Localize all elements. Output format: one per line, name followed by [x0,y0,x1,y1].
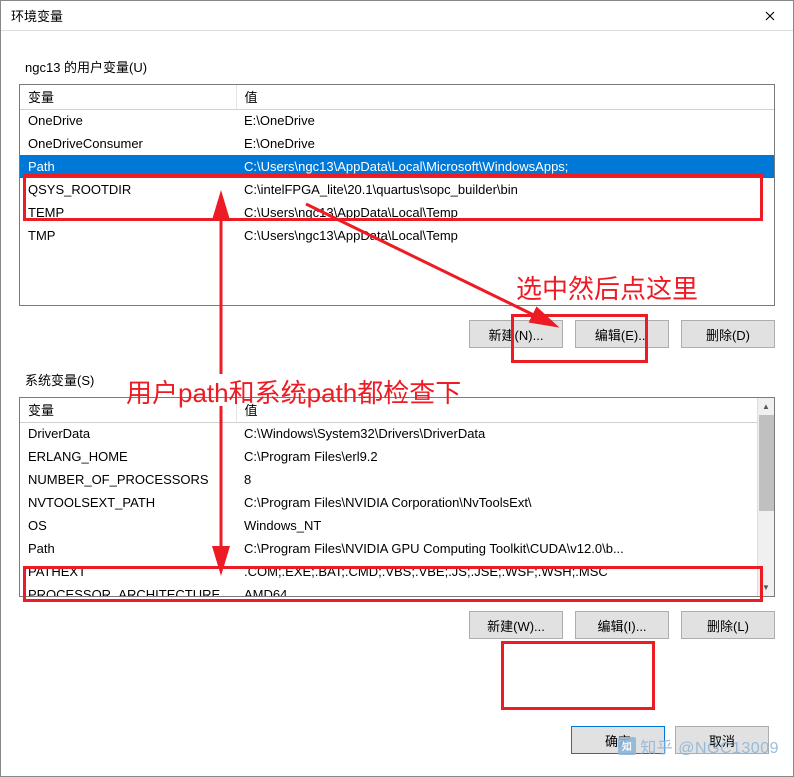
edit-user-var-button[interactable]: 编辑(E)... [575,320,669,348]
user-vars-label: ngc13 的用户变量(U) [25,57,775,76]
user-vars-table: 变量 值 OneDrive E:\OneDrive OneDriveConsum… [20,85,774,247]
var-name: OneDrive [20,109,236,132]
cancel-button[interactable]: 取消 [675,726,769,754]
var-name: NVTOOLSEXT_PATH [20,491,236,514]
table-row[interactable]: OneDrive E:\OneDrive [20,109,774,132]
titlebar: 环境变量 [1,1,793,31]
edit-system-var-button[interactable]: 编辑(I)... [575,611,669,639]
column-header-value[interactable]: 值 [236,85,774,109]
delete-user-var-button[interactable]: 删除(D) [681,320,775,348]
table-row[interactable]: NVTOOLSEXT_PATH C:\Program Files\NVIDIA … [20,491,757,514]
ok-button[interactable]: 确定 [571,726,665,754]
var-name: ERLANG_HOME [20,445,236,468]
var-value: C:\Program Files\NVIDIA Corporation\NvTo… [236,491,757,514]
close-icon [765,11,775,21]
scroll-up-icon[interactable]: ▲ [758,398,774,415]
var-name: PATHEXT [20,560,236,583]
var-name: OneDriveConsumer [20,132,236,155]
var-name: TEMP [20,201,236,224]
var-value: AMD64 [236,583,757,596]
table-row[interactable]: TEMP C:\Users\ngc13\AppData\Local\Temp [20,201,774,224]
user-vars-button-row: 新建(N)... 编辑(E)... 删除(D) [19,320,775,348]
env-vars-dialog: 环境变量 ngc13 的用户变量(U) 变量 值 [0,0,794,777]
user-vars-listbox[interactable]: 变量 值 OneDrive E:\OneDrive OneDriveConsum… [19,84,775,306]
column-header-variable[interactable]: 变量 [20,398,236,422]
column-header-value[interactable]: 值 [236,398,757,422]
var-value: C:\Program Files\NVIDIA GPU Computing To… [236,537,757,560]
var-value: C:\Users\ngc13\AppData\Local\Temp [236,224,774,247]
table-row-selected[interactable]: Path C:\Users\ngc13\AppData\Local\Micros… [20,155,774,178]
table-row[interactable]: PATHEXT .COM;.EXE;.BAT;.CMD;.VBS;.VBE;.J… [20,560,757,583]
table-row[interactable]: Path C:\Program Files\NVIDIA GPU Computi… [20,537,757,560]
var-value: 8 [236,468,757,491]
system-vars-listbox[interactable]: 变量 值 DriverData C:\Windows\System32\Driv… [19,397,775,597]
system-vars-button-row: 新建(W)... 编辑(I)... 删除(L) [19,611,775,639]
table-row[interactable]: OneDriveConsumer E:\OneDrive [20,132,774,155]
var-value: C:\Users\ngc13\AppData\Local\Temp [236,201,774,224]
delete-system-var-button[interactable]: 删除(L) [681,611,775,639]
new-user-var-button[interactable]: 新建(N)... [469,320,563,348]
window-title: 环境变量 [11,6,63,25]
new-system-var-button[interactable]: 新建(W)... [469,611,563,639]
var-value: C:\Program Files\erl9.2 [236,445,757,468]
system-vars-table: 变量 值 DriverData C:\Windows\System32\Driv… [20,398,757,596]
table-row[interactable]: QSYS_ROOTDIR C:\intelFPGA_lite\20.1\quar… [20,178,774,201]
var-value: C:\intelFPGA_lite\20.1\quartus\sopc_buil… [236,178,774,201]
vertical-scrollbar[interactable]: ▲ ▼ [757,398,774,596]
table-row[interactable]: ERLANG_HOME C:\Program Files\erl9.2 [20,445,757,468]
table-row[interactable]: PROCESSOR_ARCHITECTURE AMD64 [20,583,757,596]
var-value: C:\Users\ngc13\AppData\Local\Microsoft\W… [236,155,774,178]
table-row[interactable]: DriverData C:\Windows\System32\Drivers\D… [20,422,757,445]
scroll-down-icon[interactable]: ▼ [758,579,774,596]
var-name: TMP [20,224,236,247]
dialog-content: ngc13 的用户变量(U) 变量 值 OneDrive E:\OneDrive [1,31,793,657]
table-row[interactable]: NUMBER_OF_PROCESSORS 8 [20,468,757,491]
dialog-button-row: 确定 取消 [571,726,769,754]
var-value: .COM;.EXE;.BAT;.CMD;.VBS;.VBE;.JS;.JSE;.… [236,560,757,583]
column-header-variable[interactable]: 变量 [20,85,236,109]
var-name: DriverData [20,422,236,445]
var-name: NUMBER_OF_PROCESSORS [20,468,236,491]
var-name: OS [20,514,236,537]
var-name: Path [20,537,236,560]
table-row[interactable]: OS Windows_NT [20,514,757,537]
var-value: E:\OneDrive [236,132,774,155]
var-value: E:\OneDrive [236,109,774,132]
var-name: QSYS_ROOTDIR [20,178,236,201]
scroll-thumb[interactable] [759,415,774,511]
close-button[interactable] [747,1,793,31]
table-row[interactable]: TMP C:\Users\ngc13\AppData\Local\Temp [20,224,774,247]
var-value: Windows_NT [236,514,757,537]
var-value: C:\Windows\System32\Drivers\DriverData [236,422,757,445]
var-name: Path [20,155,236,178]
system-vars-label: 系统变量(S) [25,370,775,389]
var-name: PROCESSOR_ARCHITECTURE [20,583,236,596]
